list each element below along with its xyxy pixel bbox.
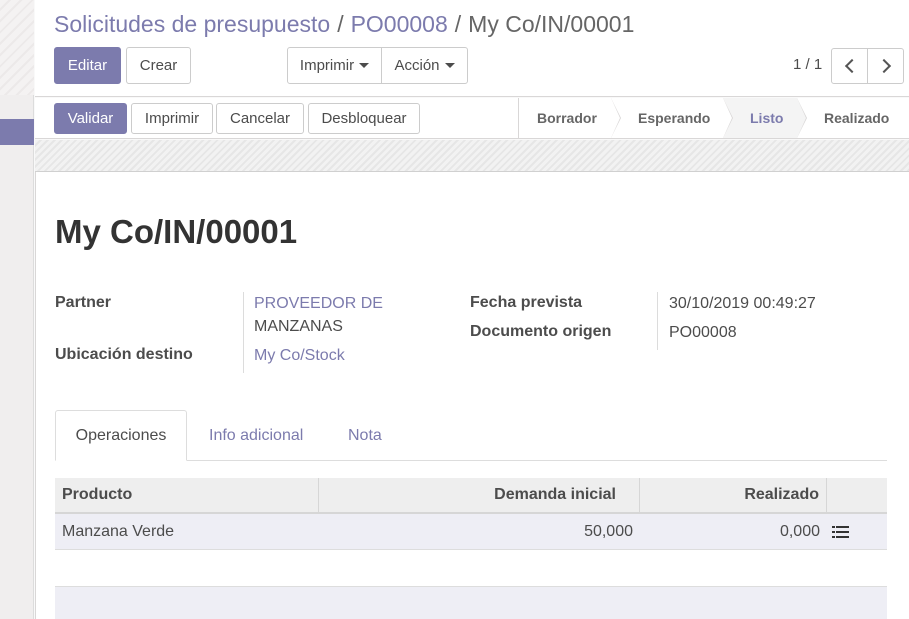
caret-down-icon (359, 63, 370, 68)
stage-pipeline: Borrador Esperando Listo Realizado (518, 98, 909, 138)
field-divider (243, 292, 244, 373)
sidebar-hatch (0, 0, 34, 95)
stage-label: Listo (750, 110, 784, 126)
cell-done[interactable]: 0,000 (780, 514, 820, 549)
action-dropdown-button[interactable]: Acción (381, 47, 468, 84)
column-header-done[interactable]: Realizado (744, 478, 819, 512)
breadcrumb-separator: / (454, 11, 462, 37)
app-sidebar (0, 0, 34, 619)
column-divider (318, 478, 319, 512)
action-dropdown-label: Acción (394, 57, 440, 74)
origin-document-label: Documento origen (470, 323, 612, 340)
scheduled-date-label: Fecha prevista (470, 294, 583, 311)
stage-waiting: Esperando (611, 98, 733, 138)
pager-value[interactable]: 1 / 1 (793, 56, 822, 73)
partner-line-1: PROVEEDOR DE (254, 295, 383, 312)
print-button[interactable]: Imprimir (131, 103, 213, 134)
edit-button[interactable]: Editar (54, 47, 121, 84)
unlock-button[interactable]: Desbloquear (308, 103, 420, 134)
chevron-right-icon (876, 58, 891, 74)
cell-product[interactable]: Manzana Verde (62, 514, 174, 549)
breadcrumb-po-link[interactable]: PO00008 (351, 11, 448, 38)
column-divider (826, 478, 827, 512)
stage-arrow-fill (611, 98, 620, 138)
partner-field[interactable]: PROVEEDOR DE MANZANAS (254, 292, 383, 338)
create-button[interactable]: Crear (126, 47, 191, 84)
origin-document-field[interactable]: PO00008 (669, 321, 737, 344)
scheduled-date-field[interactable]: 30/10/2019 00:49:27 (669, 292, 816, 315)
tab-note[interactable]: Nota (328, 410, 402, 461)
pager-next-button[interactable] (867, 48, 904, 84)
stage-draft: Borrador (519, 98, 621, 138)
column-divider (639, 478, 640, 512)
form-statusbar: Validar Imprimir Cancelar Desbloquear Bo… (35, 98, 909, 139)
cell-initial-demand[interactable]: 50,000 (584, 514, 633, 549)
tab-additional-info[interactable]: Info adicional (189, 410, 323, 461)
detailed-operations-button[interactable] (832, 514, 849, 549)
column-header-product[interactable]: Producto (62, 478, 132, 512)
field-divider (657, 292, 658, 350)
stage-label: Realizado (824, 110, 890, 126)
control-panel: Solicitudes de presupuesto / PO00008 / M… (35, 0, 909, 97)
stage-label: Borrador (537, 110, 597, 126)
column-header-initial-demand[interactable]: Demanda inicial (494, 478, 616, 512)
caret-down-icon (444, 63, 455, 68)
record-title: My Co/IN/00001 (55, 213, 298, 250)
stage-ready: Listo (723, 98, 807, 138)
pager-previous-button[interactable] (831, 48, 868, 84)
table-empty-row (55, 550, 887, 586)
chevron-left-icon (844, 58, 859, 74)
partner-line-2: MANZANAS (254, 318, 343, 335)
form-sheet: My Co/IN/00001 Partner PROVEEDOR DE MANZ… (35, 171, 909, 619)
table-header: Producto Demanda inicial Realizado (55, 478, 887, 514)
stage-arrow-fill (723, 98, 732, 138)
destination-label: Ubicación destino (55, 346, 193, 363)
breadcrumb-rfq-link[interactable]: Solicitudes de presupuesto (54, 11, 330, 38)
partner-label: Partner (55, 294, 112, 311)
breadcrumb-separator: / (337, 11, 344, 37)
table-row[interactable]: Manzana Verde 50,000 0,000 (55, 514, 887, 550)
stage-label: Esperando (638, 110, 711, 126)
operations-table: Producto Demanda inicial Realizado Manza… (55, 478, 887, 586)
destination-field[interactable]: My Co/Stock (254, 344, 345, 367)
cancel-button[interactable]: Cancelar (216, 103, 304, 134)
notebook-tabs: Operaciones Info adicional Nota (55, 410, 887, 461)
stage-done: Realizado (797, 98, 909, 138)
list-icon (832, 525, 849, 538)
validate-button[interactable]: Validar (54, 103, 127, 134)
sheet-background-band (35, 140, 909, 171)
sheet-left-border (35, 172, 36, 619)
breadcrumb: Solicitudes de presupuesto / PO00008 / M… (54, 11, 634, 38)
sidebar-active-item[interactable] (0, 119, 34, 145)
stage-arrow-fill (797, 98, 806, 138)
breadcrumb-current: My Co/IN/00001 (468, 11, 635, 37)
tab-operations[interactable]: Operaciones (55, 410, 187, 461)
table-footer (55, 586, 887, 619)
print-dropdown-label: Imprimir (299, 57, 355, 74)
print-dropdown-button[interactable]: Imprimir (287, 47, 382, 84)
